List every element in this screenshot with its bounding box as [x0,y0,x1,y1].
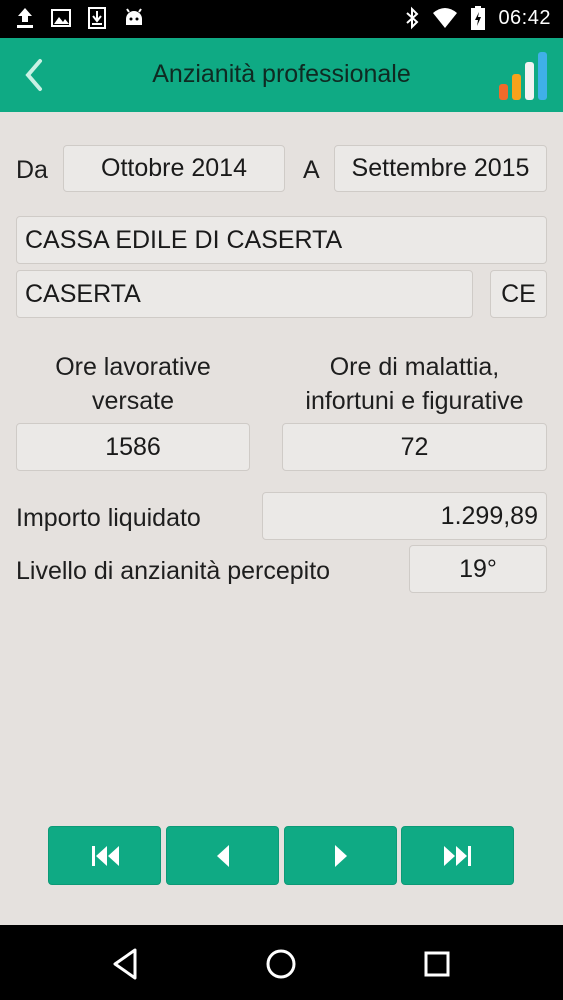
sick-hours-label-line1: Ore di malattia, [329,353,500,381]
system-recents-button[interactable] [417,944,457,984]
first-page-button[interactable] [48,826,161,885]
system-navigation-bar [0,925,563,1000]
status-bar: 06:42 [0,0,563,38]
worked-hours-field[interactable]: 1586 [16,423,250,471]
amount-field[interactable]: 1.299,89 [262,492,547,540]
system-back-button[interactable] [105,944,145,984]
bluetooth-icon [404,6,420,30]
to-label: A [303,156,320,184]
download-icon [86,6,108,30]
cassa-city-field[interactable]: CASERTA [16,270,473,318]
worked-hours-label: Ore lavorative versate [16,350,250,418]
previous-page-button[interactable] [166,826,279,885]
bar-chart-logo-icon [497,50,549,102]
next-page-icon [334,844,347,867]
worked-hours-label-line2: versate [92,387,174,415]
cassa-name-field[interactable]: CASSA EDILE DI CASERTA [16,216,547,264]
from-label: Da [16,156,48,184]
system-home-button[interactable] [261,944,301,984]
wifi-icon [432,7,458,29]
sick-hours-field[interactable]: 72 [282,423,547,471]
last-page-icon [443,845,471,866]
back-triangle-icon [113,948,137,980]
recents-square-icon [424,951,450,977]
amount-label: Importo liquidato [16,504,201,532]
home-circle-icon [266,949,296,979]
battery-charging-icon [470,5,486,31]
to-date-field[interactable]: Settembre 2015 [334,145,547,192]
level-field[interactable]: 19° [409,545,547,593]
sick-hours-label: Ore di malattia, infortuni e figurative [282,350,547,418]
page-title: Anzianità professionale [152,60,411,88]
first-page-icon [91,845,119,866]
province-field[interactable]: CE [490,270,547,318]
level-label: Livello di anzianità percepito [16,557,331,585]
app-bar: Anzianità professionale [0,38,563,112]
next-page-button[interactable] [284,826,397,885]
upload-icon [14,6,36,30]
last-page-button[interactable] [401,826,514,885]
from-date-field[interactable]: Ottobre 2014 [63,145,285,192]
previous-page-icon [216,844,229,867]
android-icon [122,7,146,29]
clock-time: 06:42 [498,6,551,29]
sick-hours-label-line2: infortuni e figurative [305,387,524,415]
image-icon [50,7,72,29]
worked-hours-label-line1: Ore lavorative [55,353,211,381]
